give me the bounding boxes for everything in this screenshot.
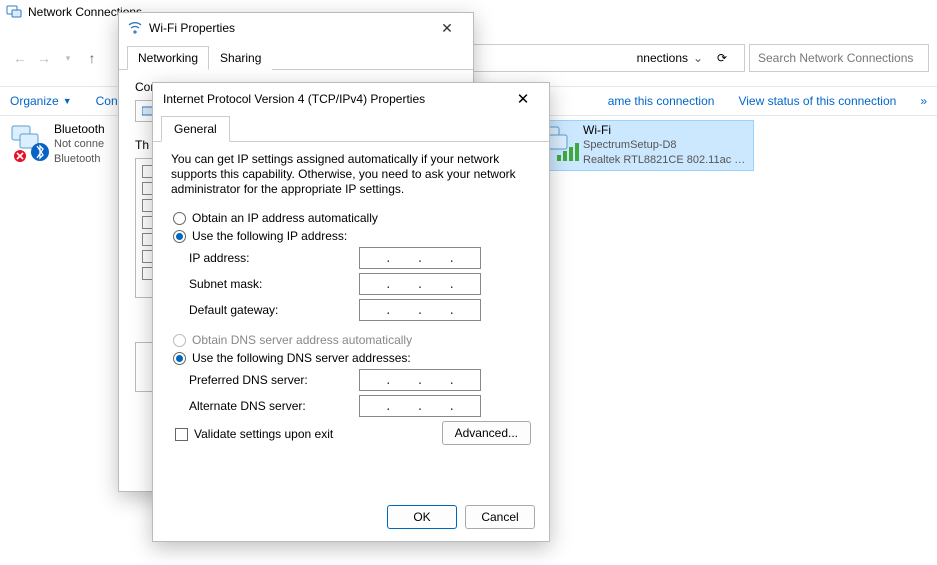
label-subnet-mask: Subnet mask: (189, 277, 359, 291)
ok-button[interactable]: OK (387, 505, 457, 529)
ipv4-properties-dialog: Internet Protocol Version 4 (TCP/IPv4) P… (152, 82, 550, 542)
tab-sharing[interactable]: Sharing (209, 46, 272, 70)
nav-up-button[interactable]: ↑ (80, 50, 104, 66)
refresh-button[interactable]: ⟳ (708, 51, 736, 65)
input-ip-address[interactable]: ... (359, 247, 481, 269)
label-ip-address: IP address: (189, 251, 359, 265)
tab-networking[interactable]: Networking (127, 46, 209, 70)
connection-wifi[interactable]: Wi-Fi SpectrumSetup-D8 Realtek RTL8821CE… (534, 120, 754, 171)
label-default-gateway: Default gateway: (189, 303, 359, 317)
connection-device: Realtek RTL8821CE 802.11ac PCIe ... (583, 153, 749, 168)
search-input[interactable]: Search Network Connections (749, 44, 929, 72)
breadcrumb-fragment[interactable]: nnections (637, 51, 688, 65)
nav-back-button[interactable]: ← (8, 50, 32, 66)
radio-icon (173, 352, 186, 365)
nav-forward-button[interactable]: → (32, 50, 56, 66)
radio-icon (173, 334, 186, 347)
input-default-gateway[interactable]: ... (359, 299, 481, 321)
command-overflow[interactable]: » (920, 94, 927, 108)
advanced-button[interactable]: Advanced... (442, 421, 531, 445)
input-subnet-mask[interactable]: ... (359, 273, 481, 295)
connection-name: Bluetooth (54, 122, 105, 137)
network-connections-icon (6, 5, 22, 19)
wifi-dialog-titlebar[interactable]: Wi-Fi Properties ✕ (119, 13, 473, 43)
close-button[interactable]: ✕ (429, 20, 465, 37)
connection-device: Bluetooth (54, 152, 105, 167)
ipv4-description: You can get IP settings assigned automat… (171, 152, 531, 197)
radio-obtain-dns: Obtain DNS server address automatically (173, 333, 531, 347)
ipv4-dialog-title: Internet Protocol Version 4 (TCP/IPv4) P… (163, 92, 507, 106)
input-alternate-dns[interactable]: ... (359, 395, 481, 417)
label-alternate-dns: Alternate DNS server: (189, 399, 359, 413)
radio-use-dns[interactable]: Use the following DNS server addresses: (173, 351, 531, 365)
cancel-button[interactable]: Cancel (465, 505, 535, 529)
wifi-dialog-tabs: Networking Sharing (119, 45, 473, 70)
connection-status: Not conne (54, 137, 105, 152)
breadcrumb-dropdown[interactable]: ⌄ (688, 51, 708, 65)
search-placeholder: Search Network Connections (758, 51, 913, 65)
organize-menu[interactable]: Organize▼ (10, 94, 72, 108)
radio-use-ip[interactable]: Use the following IP address: (173, 229, 531, 243)
ipv4-dialog-titlebar[interactable]: Internet Protocol Version 4 (TCP/IPv4) P… (153, 83, 549, 115)
radio-icon (173, 212, 186, 225)
wifi-icon (127, 20, 143, 36)
wifi-dialog-title: Wi-Fi Properties (149, 21, 429, 35)
view-status-button[interactable]: View status of this connection (738, 94, 896, 108)
checkbox-icon (175, 428, 188, 441)
tab-general[interactable]: General (161, 116, 230, 142)
connection-name: Wi-Fi (583, 123, 749, 138)
input-preferred-dns[interactable]: ... (359, 369, 481, 391)
nav-recent-dropdown[interactable]: ▾ (56, 53, 80, 64)
radio-obtain-ip[interactable]: Obtain an IP address automatically (173, 211, 531, 225)
label-preferred-dns: Preferred DNS server: (189, 373, 359, 387)
radio-icon (173, 230, 186, 243)
bluetooth-icon (10, 122, 50, 162)
connection-status: SpectrumSetup-D8 (583, 138, 749, 153)
rename-connection-button[interactable]: ame this connection (608, 94, 715, 108)
ipv4-dialog-tabs: General (153, 115, 549, 142)
close-button[interactable]: ✕ (507, 90, 539, 108)
